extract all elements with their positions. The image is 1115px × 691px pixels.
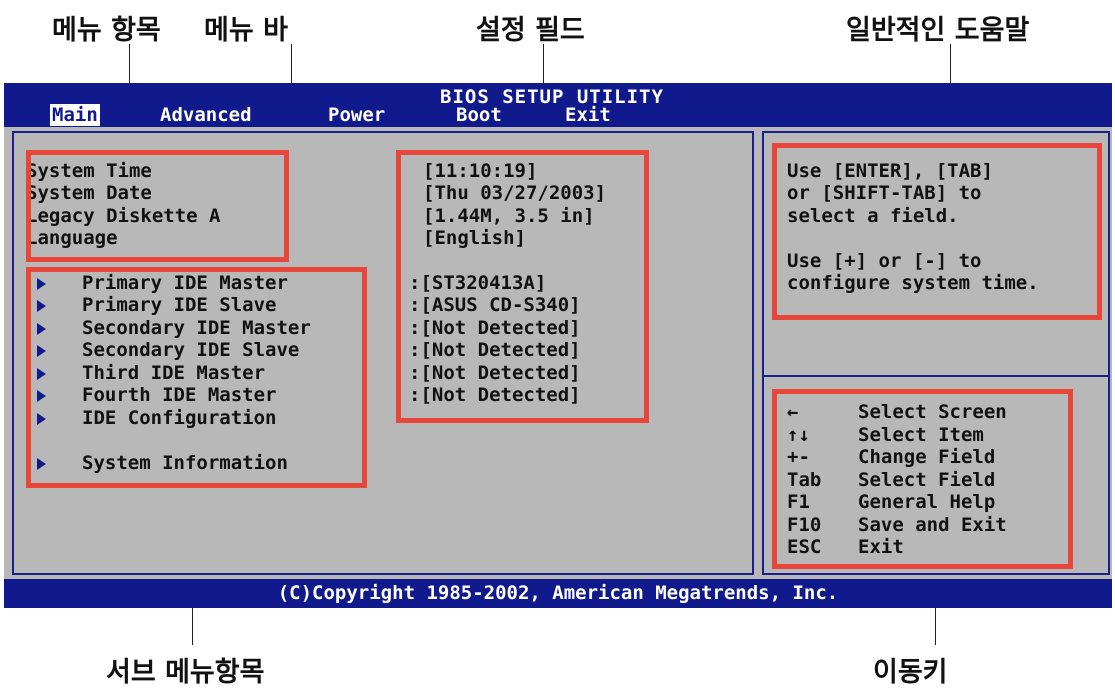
- nav-desc-save-exit: Save and Exit: [858, 514, 1007, 536]
- left-arrow-icon: ←: [787, 401, 799, 423]
- submenu-ide-configuration[interactable]: IDE Configuration: [37, 407, 276, 430]
- nav-key-plus-minus: +-: [787, 446, 810, 468]
- nav-key-f1: F1: [787, 491, 810, 513]
- menu-tab-power[interactable]: Power: [328, 104, 385, 126]
- submenu-system-information[interactable]: System Information: [37, 452, 288, 475]
- submenu-value-third-ide-master: :[Not Detected]: [409, 362, 581, 384]
- copyright-text: (C)Copyright 1985-2002, American Megatre…: [277, 582, 839, 604]
- annotation-menu-item: 메뉴 항목: [52, 15, 161, 46]
- annotation-submenu-item: 서브 메뉴항목: [106, 657, 265, 688]
- setting-value-legacy-diskette[interactable]: [1.44M, 3.5 in]: [423, 205, 595, 228]
- submenu-primary-ide-master[interactable]: Primary IDE Master: [37, 272, 288, 295]
- submenu-arrow-icon: [37, 299, 46, 312]
- submenu-value-secondary-ide-slave: :[Not Detected]: [409, 339, 581, 361]
- bios-footer: (C)Copyright 1985-2002, American Megatre…: [4, 579, 1112, 608]
- submenu-primary-ide-slave[interactable]: Primary IDE Slave: [37, 294, 276, 317]
- menu-tab-boot[interactable]: Boot: [456, 104, 502, 126]
- help-line-4: Use [+] or [-] to: [787, 250, 982, 272]
- menu-tab-exit[interactable]: Exit: [565, 104, 611, 126]
- setting-value-system-time[interactable]: [11:10:19]: [423, 160, 537, 183]
- help-line-2: or [SHIFT-TAB] to: [787, 182, 982, 204]
- submenu-arrow-icon: [37, 322, 46, 335]
- submenu-arrow-icon: [37, 412, 46, 425]
- setting-value-language[interactable]: [English]: [423, 227, 526, 250]
- submenu-arrow-icon: [37, 277, 46, 290]
- annotation-menu-bar: 메뉴 바: [204, 15, 288, 46]
- help-nav-divider: [762, 375, 1108, 377]
- submenu-fourth-ide-master[interactable]: Fourth IDE Master: [37, 384, 276, 407]
- nav-key-esc: ESC: [787, 536, 822, 558]
- nav-desc-select-field: Select Field: [858, 469, 996, 491]
- submenu-value-primary-ide-slave: :[ASUS CD-S340]: [409, 294, 581, 316]
- up-down-arrows-icon: ↑↓: [787, 424, 810, 446]
- submenu-value-primary-ide-master: :[ST320413A]: [409, 272, 547, 294]
- annotation-nav-keys: 이동키: [873, 657, 948, 688]
- help-line-3: select a field.: [787, 205, 959, 227]
- submenu-third-ide-master[interactable]: Third IDE Master: [37, 362, 265, 385]
- setting-label-system-date[interactable]: System Date: [26, 182, 152, 205]
- submenu-arrow-icon: [37, 344, 46, 357]
- setting-label-legacy-diskette[interactable]: Legacy Diskette A: [26, 205, 220, 228]
- annotation-setting-field: 설정 필드: [476, 15, 585, 46]
- submenu-secondary-ide-master[interactable]: Secondary IDE Master: [37, 317, 311, 340]
- nav-key-tab: Tab: [787, 469, 822, 491]
- nav-desc-exit: Exit: [858, 536, 904, 558]
- nav-desc-select-item: Select Item: [858, 424, 984, 446]
- setting-label-system-time[interactable]: System Time: [26, 160, 152, 183]
- nav-desc-select-screen: Select Screen: [858, 401, 1007, 423]
- submenu-secondary-ide-slave[interactable]: Secondary IDE Slave: [37, 339, 299, 362]
- setting-label-language[interactable]: Language: [26, 227, 118, 250]
- menu-tab-advanced[interactable]: Advanced: [160, 104, 252, 126]
- annotation-general-help: 일반적인 도움말: [846, 15, 1030, 46]
- setting-value-system-date[interactable]: [Thu 03/27/2003]: [423, 182, 606, 205]
- submenu-arrow-icon: [37, 389, 46, 402]
- menu-tab-main[interactable]: Main: [50, 104, 100, 126]
- nav-desc-change-field: Change Field: [858, 446, 996, 468]
- bios-title-bar: BIOS SETUP UTILITY Main Advanced Power B…: [4, 83, 1112, 127]
- nav-key-f10: F10: [787, 514, 822, 536]
- bios-screen: BIOS SETUP UTILITY Main Advanced Power B…: [4, 83, 1112, 608]
- help-line-1: Use [ENTER], [TAB]: [787, 160, 993, 182]
- submenu-value-secondary-ide-master: :[Not Detected]: [409, 317, 581, 339]
- nav-desc-general-help: General Help: [858, 491, 996, 513]
- submenu-value-fourth-ide-master: :[Not Detected]: [409, 384, 581, 406]
- submenu-arrow-icon: [37, 457, 46, 470]
- help-line-5: configure system time.: [787, 272, 1039, 294]
- submenu-arrow-icon: [37, 367, 46, 380]
